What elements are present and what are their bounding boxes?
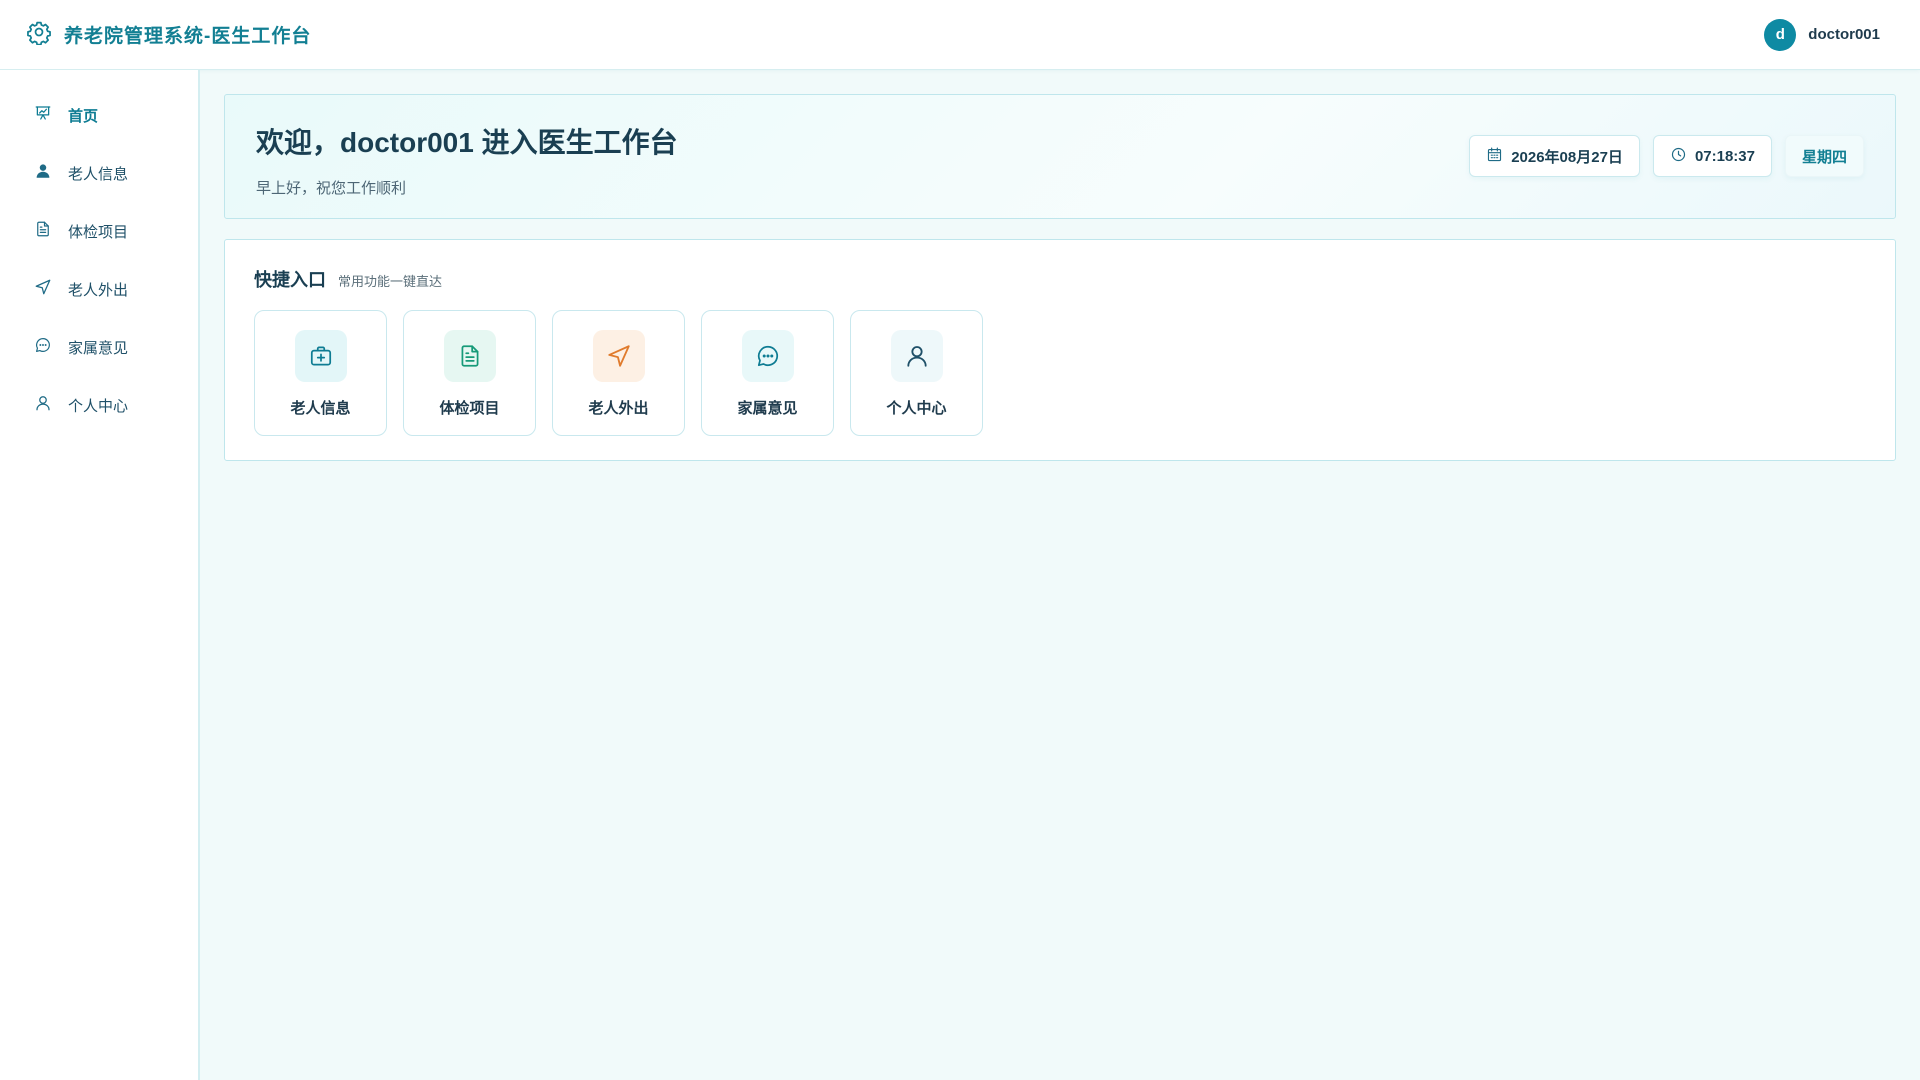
quick-tile-profile[interactable]: 个人中心 bbox=[850, 310, 983, 436]
sidebar-item-label: 老人外出 bbox=[68, 281, 129, 299]
tile-label: 家属意见 bbox=[737, 400, 798, 417]
tile-label: 老人信息 bbox=[290, 400, 351, 417]
clock-icon bbox=[1670, 146, 1687, 167]
time-text: 07:18:37 bbox=[1694, 147, 1755, 165]
time-chip: 07:18:37 bbox=[1652, 135, 1772, 177]
send-arrow-icon bbox=[592, 330, 645, 382]
sidebar-item-label: 家属意见 bbox=[68, 339, 129, 357]
presentation-chart-icon bbox=[34, 104, 52, 126]
tile-label: 个人中心 bbox=[886, 400, 947, 417]
quick-access-header: 快捷入口 常用功能一键直达 bbox=[254, 266, 1866, 292]
user-menu[interactable]: d doctor001 bbox=[1764, 18, 1880, 51]
sidebar: 首页 老人信息 体检项目 老人外出 家属意见 个人中心 bbox=[0, 70, 200, 1080]
tile-label: 体检项目 bbox=[439, 400, 500, 417]
brand: 养老院管理系统-医生工作台 bbox=[26, 19, 311, 50]
quick-tile-outing[interactable]: 老人外出 bbox=[552, 310, 685, 436]
user-solid-icon bbox=[34, 162, 52, 184]
tile-label: 老人外出 bbox=[588, 400, 649, 417]
calendar-icon bbox=[1486, 146, 1503, 167]
username[interactable]: doctor001 bbox=[1808, 26, 1880, 43]
sidebar-item-label: 个人中心 bbox=[68, 397, 129, 415]
date-chip: 2026年08月27日 bbox=[1469, 135, 1640, 177]
sidebar-item-label: 首页 bbox=[68, 107, 99, 125]
sidebar-item-outing[interactable]: 老人外出 bbox=[0, 260, 198, 318]
document-icon bbox=[34, 220, 52, 242]
sidebar-item-elderly-info[interactable]: 老人信息 bbox=[0, 144, 198, 202]
user-outline-icon bbox=[890, 330, 943, 382]
sidebar-item-home[interactable]: 首页 bbox=[0, 86, 198, 144]
sidebar-item-checkup[interactable]: 体检项目 bbox=[0, 202, 198, 260]
chat-bubble-icon bbox=[34, 336, 52, 358]
quick-tiles: 老人信息 体检项目 老人外出 家属意见 个人中心 bbox=[254, 310, 1866, 436]
quick-tile-checkup[interactable]: 体检项目 bbox=[403, 310, 536, 436]
sidebar-item-label: 老人信息 bbox=[68, 165, 129, 183]
send-arrow-icon bbox=[34, 278, 52, 300]
sidebar-item-label: 体检项目 bbox=[68, 223, 129, 241]
datetime-chips: 2026年08月27日 07:18:37 星期四 bbox=[1469, 135, 1864, 177]
quick-tile-family-feedback[interactable]: 家属意见 bbox=[701, 310, 834, 436]
top-header: 养老院管理系统-医生工作台 d doctor001 bbox=[0, 0, 1920, 70]
app-title: 养老院管理系统-医生工作台 bbox=[64, 26, 312, 47]
quick-tile-elderly-info[interactable]: 老人信息 bbox=[254, 310, 387, 436]
quick-access-title: 快捷入口 bbox=[254, 270, 326, 290]
quick-access-panel: 快捷入口 常用功能一键直达 老人信息 体检项目 老人外出 家属意见 个人中心 bbox=[224, 239, 1896, 461]
user-outline-icon bbox=[34, 394, 52, 416]
welcome-subtitle: 早上好，祝您工作顺利 bbox=[256, 180, 407, 197]
avatar[interactable]: d bbox=[1764, 18, 1797, 51]
chat-bubble-icon bbox=[741, 330, 794, 382]
sidebar-item-family-feedback[interactable]: 家属意见 bbox=[0, 318, 198, 376]
weekday-chip: 星期四 bbox=[1784, 135, 1864, 177]
medical-kit-icon bbox=[294, 330, 347, 382]
welcome-banner: 欢迎，doctor001 进入医生工作台 早上好，祝您工作顺利 2026年08月… bbox=[224, 94, 1896, 219]
gear-icon[interactable] bbox=[26, 19, 52, 50]
sidebar-item-profile[interactable]: 个人中心 bbox=[0, 376, 198, 434]
quick-access-subtitle: 常用功能一键直达 bbox=[338, 274, 443, 289]
document-icon bbox=[443, 330, 496, 382]
weekday-text: 星期四 bbox=[1801, 148, 1847, 166]
date-text: 2026年08月27日 bbox=[1511, 148, 1623, 166]
